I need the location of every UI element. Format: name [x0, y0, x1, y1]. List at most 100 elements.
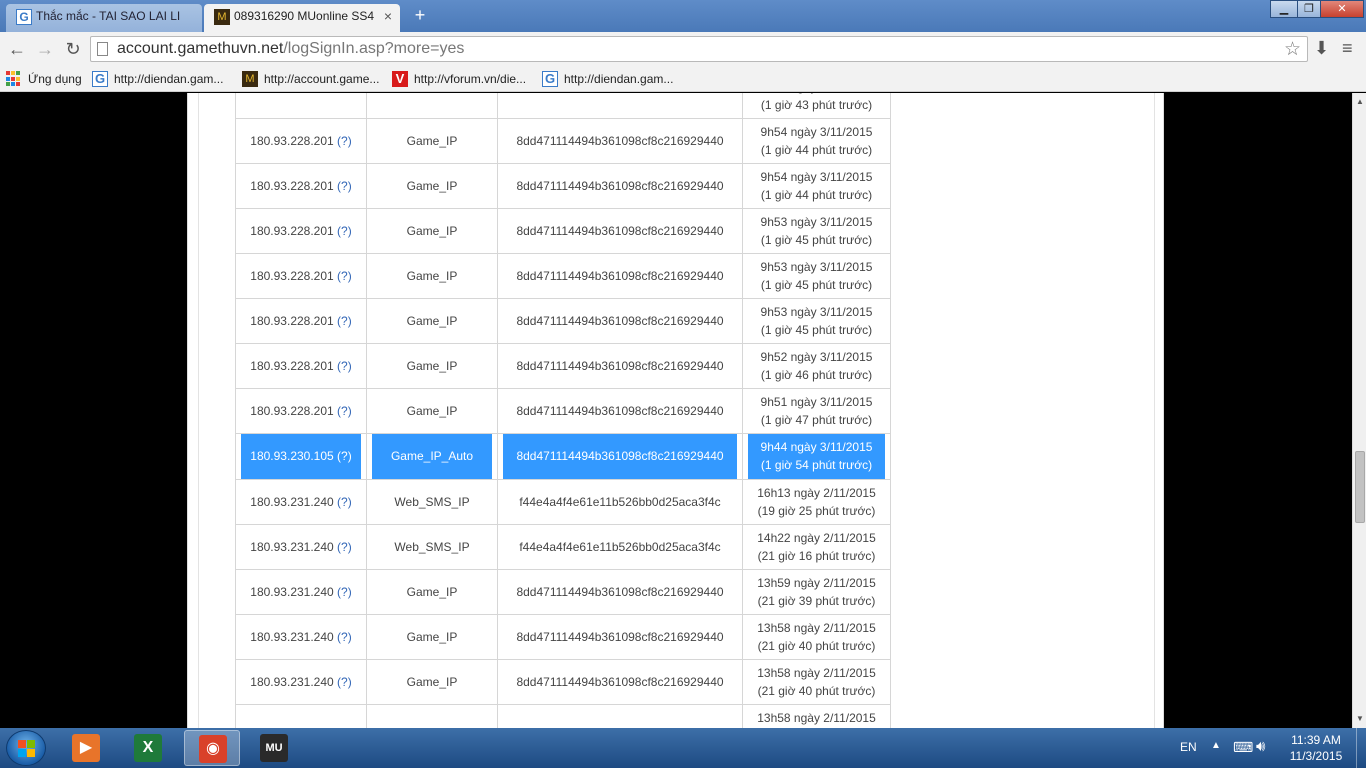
ip-address: 180.93.231.240 [250, 540, 334, 554]
scroll-thumb[interactable] [1355, 451, 1365, 523]
hash-cell: 8dd471114494b361098cf8c216929440 [497, 569, 743, 615]
network-icon[interactable]: ⌨ [1233, 739, 1253, 768]
ip-address: 180.93.231.240 [250, 495, 334, 509]
bookmark-apps[interactable]: Ứng dụng [6, 70, 82, 88]
taskbar-app[interactable]: MU [246, 730, 302, 766]
media-player-icon: ▶ [72, 734, 100, 762]
close-tab-icon[interactable]: × [384, 4, 392, 28]
hash-cell: f44e4a4f4e61e11b526bb0d25aca3f4c [497, 479, 743, 525]
new-tab-button[interactable]: + [408, 5, 432, 25]
page-container: 9h55 ngày 3/11/2015(1 giờ 43 phút trước)… [187, 93, 1164, 728]
menu-icon[interactable]: ≡ [1342, 38, 1353, 59]
close-window-button[interactable]: ✕ [1320, 0, 1364, 18]
taskbar-app[interactable]: X [120, 730, 176, 766]
ip-cell: 180.93.228.201 (?) [235, 208, 367, 254]
hash-cell: 8dd471114494b361098cf8c216929440 [497, 298, 743, 344]
language-indicator[interactable]: EN [1180, 740, 1197, 768]
system-clock[interactable]: 11:39 AM 11/3/2015 [1280, 732, 1352, 764]
g-icon: G [16, 9, 32, 25]
url-text[interactable]: account.gamethuvn.net/logSignIn.asp?more… [117, 40, 464, 58]
login-type: Game_IP [406, 630, 458, 644]
tab-muonline[interactable]: M 089316290 MUonline SS4 × [204, 4, 400, 32]
bookmark-label: http://diendan.gam... [114, 72, 224, 86]
ip-lookup-link[interactable]: (?) [337, 675, 352, 689]
table-row: 180.93.231.240 (?) Game_IP 8dd471114494b36… [235, 614, 891, 660]
type-cell: Game_IP [366, 163, 498, 209]
show-desktop-button[interactable] [1356, 728, 1366, 768]
maximize-button[interactable]: ❐ [1297, 0, 1321, 18]
address-bar[interactable]: account.gamethuvn.net/logSignIn.asp?more… [90, 36, 1308, 62]
g-icon: G [92, 71, 108, 87]
ip-address: 180.93.230.105 [250, 449, 334, 463]
ip-lookup-link[interactable]: (?) [337, 495, 352, 509]
time-text: 13h59 ngày 2/11/2015 [757, 576, 876, 590]
time-ago-text: (1 giờ 47 phút trước) [760, 413, 873, 427]
time-cell: 9h44 ngày 3/11/2015 (1 giờ 54 phút trước) [742, 433, 891, 480]
ip-address: 180.93.231.240 [250, 675, 334, 689]
ip-lookup-link[interactable]: (?) [337, 359, 352, 373]
hash-cell: 8dd471114494b361098cf8c216929440 [497, 253, 743, 299]
vertical-scrollbar[interactable]: ▲ ▼ [1352, 93, 1366, 728]
bookmark-star-icon[interactable]: ☆ [1284, 38, 1301, 61]
table-row: 180.93.231.240 (?) Game_IP 8dd471114494b36… [235, 569, 891, 615]
taskbar-app[interactable]: ◉ [184, 730, 240, 766]
ip-address: 180.93.228.201 [250, 224, 334, 238]
time-cell: 13h59 ngày 2/11/2015 (21 giờ 39 phút trướ… [742, 569, 891, 615]
session-hash: 8dd471114494b361098cf8c216929440 [516, 675, 724, 689]
type-cell: Game_IP [366, 388, 498, 434]
ip-lookup-link[interactable]: (?) [337, 134, 352, 148]
ip-lookup-link[interactable]: (?) [337, 179, 352, 193]
login-type: Game_IP [406, 675, 458, 689]
bookmark-vforum[interactable]: V http://vforum.vn/die... [392, 70, 526, 88]
ip-lookup-link[interactable]: (?) [337, 585, 352, 599]
bookmark-diendan-1[interactable]: G http://diendan.gam... [92, 70, 223, 88]
bookmark-diendan-2[interactable]: G http://diendan.gam... [542, 70, 673, 88]
reload-button[interactable]: ↻ [62, 38, 84, 60]
minimize-button[interactable]: ▁ [1270, 0, 1298, 18]
volume-icon[interactable]: 🔊︎ [1256, 738, 1265, 768]
time-ago-text: (19 giờ 25 phút trước) [757, 504, 876, 518]
session-hash: 8dd471114494b361098cf8c216929440 [516, 224, 724, 238]
excel-icon: X [134, 734, 162, 762]
forward-button[interactable]: → [34, 38, 56, 60]
login-type: Game_IP [406, 585, 458, 599]
v-icon: V [392, 71, 408, 87]
ip-cell: 180.93.228.201 (?) [235, 253, 367, 299]
clock-time: 11:39 AM [1291, 733, 1341, 747]
taskbar-app[interactable]: ▶ [58, 730, 114, 766]
time-text: 14h22 ngày 2/11/2015 [757, 531, 876, 545]
ip-lookup-link[interactable]: (?) [337, 630, 352, 644]
login-type: Game_IP [406, 404, 458, 418]
scroll-down-icon[interactable]: ▼ [1353, 712, 1366, 726]
bookmark-account[interactable]: M http://account.game... [242, 70, 379, 88]
ip-cell: 180.93.228.201 (?) [235, 388, 367, 434]
ip-lookup-link[interactable]: (?) [337, 269, 352, 283]
time-text: 13h58 ngày 2/11/2015 [757, 621, 876, 635]
ip-lookup-link[interactable]: (?) [337, 404, 352, 418]
table-row: 180.93.231.240 (?) Game_IP 8dd471114494b36… [235, 659, 891, 705]
hash-cell: 8dd471114494b361098cf8c216929440 [497, 388, 743, 434]
back-button[interactable]: ← [6, 38, 28, 60]
hash-cell [497, 93, 743, 119]
type-cell: Web_SMS_IP [366, 479, 498, 525]
login-type: Game_IP [406, 359, 458, 373]
login-type: Game_IP [406, 224, 458, 238]
time-text: 9h52 ngày 3/11/2015 [760, 350, 873, 364]
time-ago-text: (21 giờ 16 phút trước) [757, 549, 876, 563]
ip-lookup-link[interactable]: (?) [337, 449, 352, 463]
session-hash: 8dd471114494b361098cf8c216929440 [516, 179, 724, 193]
download-icon[interactable]: ⬇ [1314, 38, 1329, 59]
hash-cell: 8dd471114494b361098cf8c216929440 [497, 163, 743, 209]
ip-cell [235, 704, 367, 728]
time-cell: 13h58 ngày 2/11/2015 (21 giờ 40 phút trướ… [742, 614, 891, 660]
start-button[interactable] [6, 730, 46, 766]
ip-lookup-link[interactable]: (?) [337, 314, 352, 328]
scroll-up-icon[interactable]: ▲ [1353, 95, 1366, 109]
time-text: 9h54 ngày 3/11/2015 [760, 170, 873, 184]
ip-lookup-link[interactable]: (?) [337, 224, 352, 238]
show-hidden-icons[interactable]: ▲ [1211, 740, 1221, 768]
type-cell [366, 93, 498, 119]
time-cell: 9h53 ngày 3/11/2015 (1 giờ 45 phút trước) [742, 208, 891, 254]
tab-thac-mac[interactable]: G Thắc mắc - TAI SAO LAI LI [6, 4, 202, 32]
ip-lookup-link[interactable]: (?) [337, 540, 352, 554]
